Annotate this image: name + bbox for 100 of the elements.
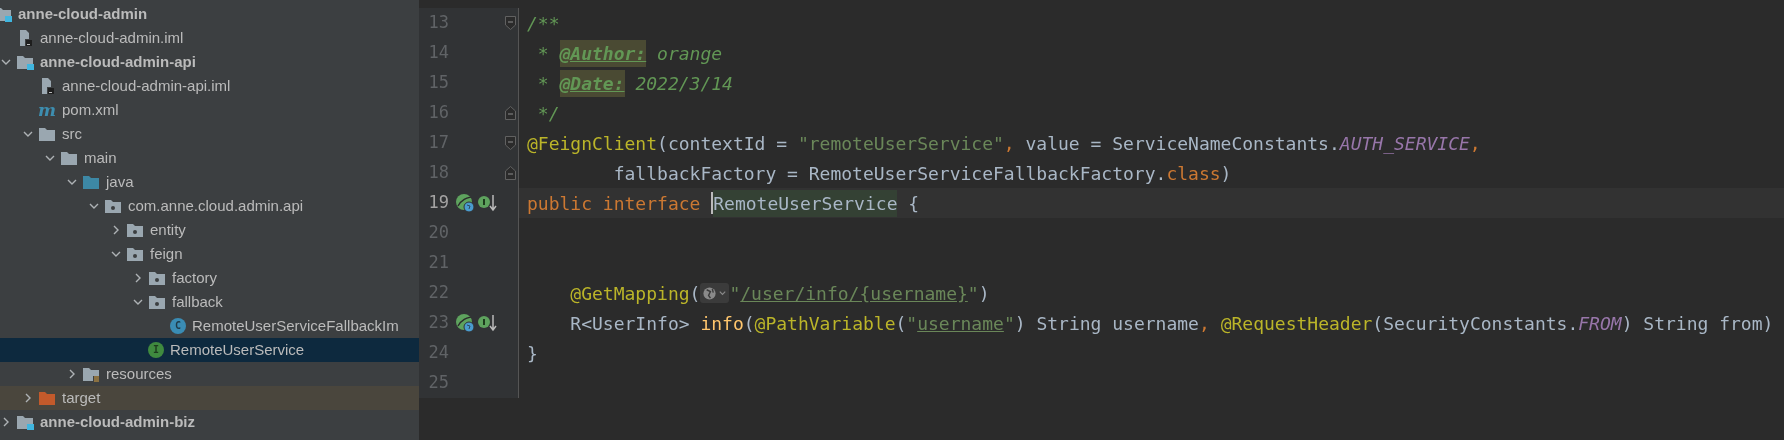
resources-folder-icon <box>82 366 100 382</box>
tree-item-label: feign <box>150 243 183 264</box>
tree-item-label: RemoteUserServiceFallbackIm <box>192 315 399 336</box>
tree-item-label: RemoteUserService <box>170 339 305 360</box>
code-token: @RequestHeader <box>1220 311 1373 336</box>
tree-item[interactable]: factory <box>0 266 419 290</box>
class-icon: C <box>170 318 186 334</box>
text-caret <box>711 192 714 214</box>
maven-icon: m <box>38 101 56 119</box>
code-token: */ <box>536 101 560 126</box>
tree-item[interactable]: anne-cloud-admin-api <box>0 50 419 74</box>
code-token: , <box>1003 131 1015 156</box>
module-folder-icon <box>16 54 34 70</box>
tree-item[interactable]: anne-cloud-admin.iml <box>0 26 419 50</box>
code-token: ( <box>895 311 907 336</box>
tree-item[interactable]: anne-cloud-admin <box>0 2 419 26</box>
tree-item[interactable]: resources <box>0 362 419 386</box>
tree-item[interactable]: src <box>0 122 419 146</box>
code-token: " <box>1003 311 1015 336</box>
tree-item[interactable]: com.anne.cloud.admin.api <box>0 194 419 218</box>
code-token: @Date: <box>559 69 625 97</box>
code-token: * <box>536 41 550 66</box>
code-token: ( <box>689 281 701 306</box>
code-token: "remoteUserService" <box>797 131 1004 156</box>
package-icon <box>126 246 144 262</box>
code-token: value = ServiceNameConstants. <box>1024 131 1340 156</box>
tree-item[interactable]: anne-cloud-admin-api.iml <box>0 74 419 98</box>
tree-item[interactable]: m pom.xml <box>0 98 419 122</box>
module-folder-icon <box>16 414 34 430</box>
package-icon <box>104 198 122 214</box>
code-token: ) <box>1220 161 1232 186</box>
interface-icon: I <box>148 342 164 358</box>
fold-marker-icon[interactable] <box>505 16 516 30</box>
code-token: , <box>1198 311 1211 336</box>
tree-item-label: anne-cloud-admin <box>18 3 148 24</box>
line-number: 19 <box>427 191 449 215</box>
folder-icon <box>82 174 100 190</box>
package-icon <box>148 270 166 286</box>
implemented-down-icon[interactable] <box>477 193 497 213</box>
folder-icon <box>38 126 56 142</box>
tree-item[interactable]: main <box>0 146 419 170</box>
tree-item[interactable]: feign <box>0 242 419 266</box>
tree-item-label: pom.xml <box>62 99 119 120</box>
tree-item-label: main <box>84 147 117 168</box>
bean-globe-icon[interactable] <box>455 193 475 213</box>
code-token: /** <box>527 11 560 36</box>
code-token: public interface <box>527 191 702 216</box>
globe-dropdown-icon[interactable] <box>700 283 730 303</box>
code-token: /user/info/{username} <box>740 281 968 306</box>
implemented-down-icon[interactable] <box>477 313 497 333</box>
tree-item-label: anne-cloud-admin.iml <box>40 27 184 48</box>
tree-item-label: target <box>62 387 101 408</box>
code-token: AUTH_SERVICE <box>1339 131 1470 156</box>
code-token: ) String from) <box>1621 311 1774 336</box>
code-token: } <box>527 341 538 366</box>
tree-item[interactable]: I RemoteUserService <box>0 338 419 362</box>
code-token: RemoteUserService <box>713 189 898 217</box>
code-token: username <box>917 311 1004 336</box>
fold-marker-icon[interactable] <box>505 136 516 150</box>
tree-item-label: com.anne.cloud.admin.api <box>128 195 304 216</box>
tree-item-label: anne-cloud-admin-api <box>40 51 196 72</box>
code-token: @Author: <box>559 39 647 67</box>
code-token: " <box>729 281 741 306</box>
fold-marker-icon[interactable] <box>505 166 516 180</box>
code-token: ) String username <box>1014 311 1199 336</box>
tree-item-label: resources <box>106 363 172 384</box>
code-token: R<UserInfo> <box>569 311 691 336</box>
tree-item-label: src <box>62 123 82 144</box>
tree-item[interactable]: entity <box>0 218 419 242</box>
code-token: info <box>700 311 744 336</box>
code-token: @GetMapping <box>569 281 690 306</box>
fold-marker-icon[interactable] <box>505 106 516 120</box>
tree-item-label: anne-cloud-admin-api.iml <box>62 75 231 96</box>
code-token: ) <box>978 281 990 306</box>
tree-item[interactable]: C RemoteUserServiceFallbackIm <box>0 314 419 338</box>
tree-item-label: fallback <box>172 291 223 312</box>
bean-globe-icon[interactable] <box>455 313 475 333</box>
code-token: " <box>906 311 918 336</box>
package-icon <box>126 222 144 238</box>
code-token: (SecurityConstants. <box>1372 311 1579 336</box>
folder-icon <box>38 390 56 406</box>
code-token: (contextId = <box>657 131 789 156</box>
package-icon <box>148 294 166 310</box>
tree-item-label: entity <box>150 219 186 240</box>
folder-icon <box>60 150 78 166</box>
code-token: * <box>536 71 550 96</box>
code-token: , <box>1469 131 1481 156</box>
tree-item[interactable]: target <box>0 386 419 410</box>
tree-item-label: java <box>106 171 134 192</box>
code-token: ( <box>743 311 755 336</box>
tree-item-label: anne-cloud-admin-biz <box>40 411 195 432</box>
tree-item[interactable]: fallback <box>0 290 419 314</box>
code-token: 2022/3/14 <box>634 71 733 96</box>
code-token: { <box>907 191 920 216</box>
tree-item[interactable]: anne-cloud-admin-biz <box>0 410 419 434</box>
code-token: @FeignClient <box>527 131 658 156</box>
tree-item[interactable]: java <box>0 170 419 194</box>
tree-item-label: factory <box>172 267 217 288</box>
code-token: FROM <box>1578 311 1622 336</box>
code-token: @PathVariable <box>754 311 896 336</box>
